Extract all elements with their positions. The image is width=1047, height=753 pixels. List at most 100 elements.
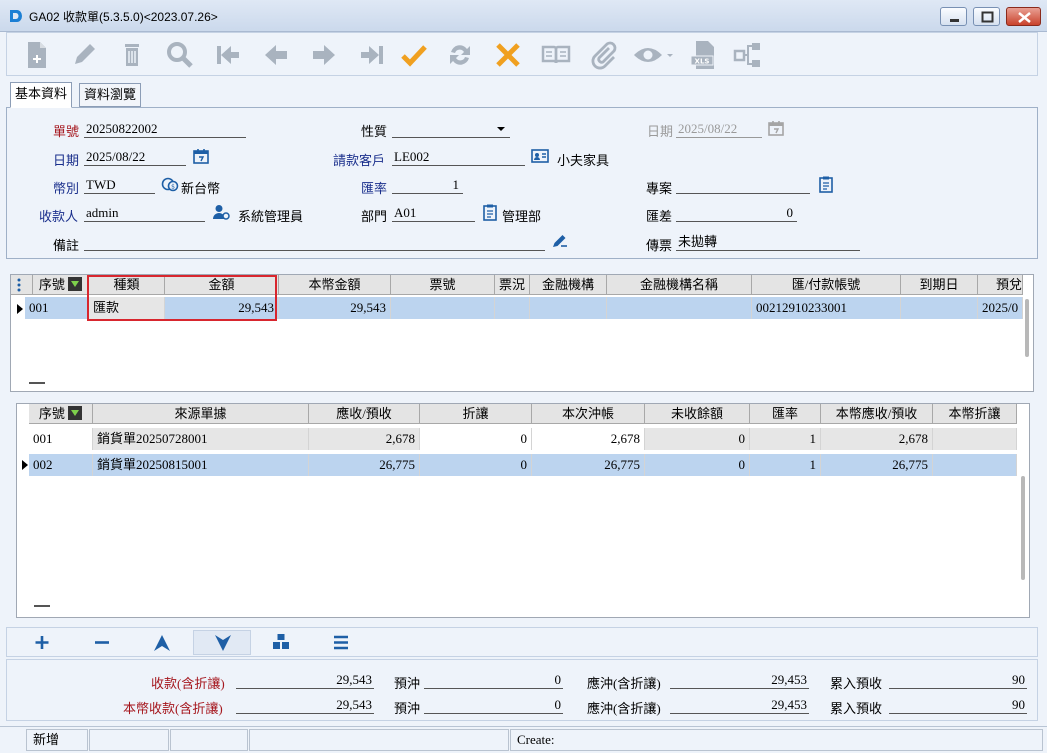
grid2-cell-rate[interactable]: 1	[750, 454, 821, 476]
dept-label: 部門	[361, 209, 388, 224]
refresh-button[interactable]	[443, 38, 477, 72]
grid1-cell-pre[interactable]: 2025/0	[978, 297, 1023, 319]
grid2-cell-discount[interactable]: 0	[420, 428, 532, 450]
memo-edit-icon[interactable]	[551, 232, 569, 250]
add-row-button[interactable]	[13, 630, 71, 655]
delete-button[interactable]	[115, 38, 149, 72]
grid2-cell-rate[interactable]: 1	[750, 428, 821, 450]
grid1-cell-bank-name[interactable]	[607, 297, 752, 319]
grid1-cell-seq[interactable]: 001	[25, 297, 89, 319]
next-record-button[interactable]	[307, 38, 341, 72]
rate-field[interactable]: 1	[392, 176, 463, 194]
grid1-header-due[interactable]: 到期日	[901, 275, 978, 295]
read-button[interactable]	[539, 38, 573, 72]
grid1-cell-bank[interactable]	[530, 297, 607, 319]
grid1-cell-ticket[interactable]	[391, 297, 495, 319]
grid1-vertical-scrollbar[interactable]	[1025, 299, 1029, 357]
grid2-cell-offset[interactable]: 26,775	[532, 454, 645, 476]
nature-select[interactable]	[392, 120, 510, 138]
remove-row-button[interactable]	[73, 630, 131, 655]
grid1-header-bank-name[interactable]: 金融機構名稱	[607, 275, 752, 295]
minimize-button[interactable]	[940, 7, 967, 26]
flow-button[interactable]	[731, 38, 765, 72]
grid2-cell-receivable[interactable]: 2,678	[309, 428, 420, 450]
grid1-header-pre[interactable]: 預兌	[978, 275, 1023, 295]
grid2-cell-seq[interactable]: 001	[29, 428, 93, 450]
grid2-header-rate[interactable]: 匯率	[750, 404, 821, 424]
confirm-button[interactable]	[397, 38, 431, 72]
payee-field[interactable]: admin	[84, 204, 205, 222]
grid2-vertical-scrollbar[interactable]	[1021, 476, 1025, 580]
tab-data-browse[interactable]: 資料瀏覽	[79, 83, 142, 107]
grid1-cell-due[interactable]	[901, 297, 978, 319]
grid1-header-local-amount[interactable]: 本幣金額	[279, 275, 391, 295]
sort-down-icon[interactable]	[68, 406, 83, 420]
grid2-header-offset[interactable]: 本次沖帳	[532, 404, 645, 424]
chevron-down-icon[interactable]	[496, 125, 506, 133]
maximize-button[interactable]	[973, 7, 1000, 26]
grid1-collapse-handle[interactable]	[29, 382, 45, 384]
grid2-cell-local-discount[interactable]	[933, 428, 1017, 450]
contact-card-icon[interactable]	[531, 147, 549, 165]
grid1-menu-corner[interactable]	[11, 275, 33, 295]
attachment-button[interactable]	[587, 38, 621, 72]
dept-field[interactable]: A01	[392, 204, 475, 222]
grid1-header-ticket[interactable]: 票號	[391, 275, 495, 295]
grid1-header-seq[interactable]: 序號	[33, 275, 89, 295]
grid2-header-receivable[interactable]: 應收/預收	[309, 404, 420, 424]
currency-coins-icon[interactable]: $	[161, 175, 179, 193]
minimize-icon	[950, 19, 959, 22]
last-record-button[interactable]	[355, 38, 389, 72]
edit-button[interactable]	[67, 38, 101, 72]
grid2-header-local-discount[interactable]: 本幣折讓	[933, 404, 1017, 424]
grid2-cell-local-receivable[interactable]: 26,775	[821, 454, 933, 476]
grid2-cell-balance[interactable]: 0	[645, 454, 750, 476]
grid1-cell-local-amount[interactable]: 29,543	[279, 297, 391, 319]
grid2-cell-seq[interactable]: 002	[29, 454, 93, 476]
view-button[interactable]	[631, 38, 675, 72]
grid1-header-bank[interactable]: 金融機構	[530, 275, 607, 295]
grid2-header-local-receivable[interactable]: 本幣應收/預收	[821, 404, 933, 424]
list-button[interactable]	[312, 630, 370, 655]
grid2-header-source[interactable]: 來源單據	[93, 404, 309, 424]
search-button[interactable]	[163, 38, 197, 72]
currency-field[interactable]: TWD	[84, 176, 155, 194]
sort-down-icon[interactable]	[68, 277, 83, 291]
export-xls-button[interactable]: XLS	[687, 38, 721, 72]
user-lookup-icon[interactable]	[212, 203, 230, 221]
grid2-cell-source[interactable]: 銷貨單20250815001	[93, 454, 309, 476]
grid1-header-status[interactable]: 票況	[495, 275, 530, 295]
grid2-cell-receivable[interactable]: 26,775	[309, 454, 420, 476]
grid2-header-seq[interactable]: 序號	[29, 404, 93, 424]
calendar-picker-icon[interactable]	[192, 147, 210, 165]
project-field[interactable]	[676, 176, 810, 194]
grid1-cell-account[interactable]: 00212910233001	[752, 297, 901, 319]
grid1-header-account[interactable]: 匯/付款帳號	[752, 275, 901, 295]
grid2-cell-discount[interactable]: 0	[420, 454, 532, 476]
grid2-cell-source[interactable]: 銷貨單20250728001	[93, 428, 309, 450]
first-record-button[interactable]	[211, 38, 245, 72]
move-down-button[interactable]	[193, 630, 251, 655]
date-field[interactable]: 2025/08/22	[84, 148, 186, 166]
dept-clipboard-icon[interactable]	[481, 203, 499, 221]
grid2-header-discount[interactable]: 折讓	[420, 404, 532, 424]
grid2-cell-local-discount[interactable]	[933, 454, 1017, 476]
grid2-cell-balance[interactable]: 0	[645, 428, 750, 450]
clipboard-icon[interactable]	[817, 175, 835, 193]
grid2-cell-local-receivable[interactable]: 2,678	[821, 428, 933, 450]
grid2-collapse-handle[interactable]	[34, 605, 50, 607]
tab-basic-info[interactable]: 基本資料	[10, 82, 73, 108]
received-field: 29,543	[236, 671, 374, 689]
grid2-header-balance[interactable]: 未收餘額	[645, 404, 750, 424]
grid2-cell-offset[interactable]: 2,678	[532, 428, 645, 450]
customer-field[interactable]: LE002	[392, 148, 525, 166]
move-up-button[interactable]	[133, 630, 191, 655]
close-window-button[interactable]	[1006, 7, 1041, 26]
new-button[interactable]	[19, 38, 53, 72]
previous-record-button[interactable]	[259, 38, 293, 72]
cancel-button[interactable]	[491, 38, 525, 72]
voucher-no-field[interactable]: 20250822002	[84, 120, 246, 138]
group-button[interactable]	[252, 630, 310, 655]
grid1-cell-status[interactable]	[495, 297, 530, 319]
memo-field[interactable]	[84, 233, 545, 251]
